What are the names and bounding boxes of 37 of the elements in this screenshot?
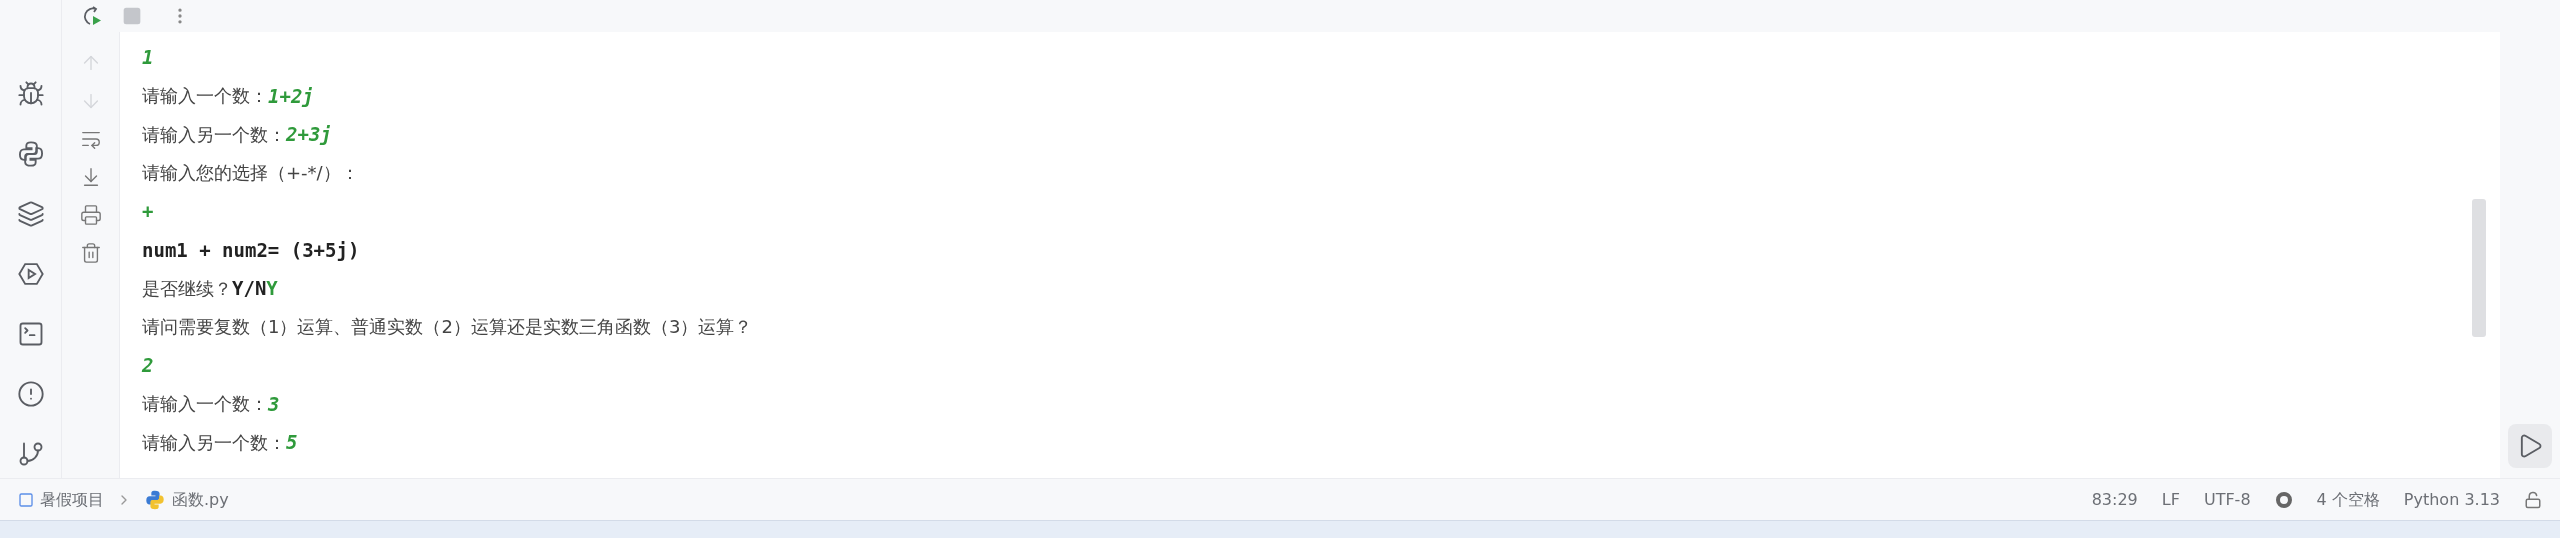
file-encoding[interactable]: UTF-8 [2203, 487, 2251, 512]
prompt-text: 请输入另一个数： [142, 430, 286, 455]
line-separator[interactable]: LF [2161, 487, 2180, 512]
output-text: Y/N [232, 276, 267, 301]
bug-icon[interactable] [16, 80, 45, 108]
prompt-text: 请输入另一个数： [142, 122, 286, 147]
run-hexagon-icon[interactable] [16, 260, 45, 288]
run-button[interactable] [2508, 424, 2552, 468]
prompt-text: 是否继续？ [142, 276, 232, 301]
user-input-text: 1 [142, 45, 154, 70]
user-input-text: 2 [142, 353, 154, 378]
python-icon [16, 140, 45, 168]
user-input-text: 3 [268, 391, 280, 417]
lock-open-icon[interactable] [2524, 490, 2542, 509]
indent-setting[interactable]: 4 个空格 [2316, 487, 2380, 512]
layers-icon[interactable] [16, 200, 45, 228]
user-input-text: 2+3j [286, 122, 332, 147]
project-icon [18, 491, 34, 508]
file-breadcrumb[interactable]: 函数.py [172, 487, 229, 512]
output-text: num1 + num2= (3+5j) [142, 237, 360, 263]
user-input-text: Y [266, 276, 278, 301]
ring-icon[interactable] [2274, 490, 2293, 509]
scrollbar-thumb[interactable] [2472, 199, 2486, 337]
problems-icon[interactable] [16, 380, 45, 408]
prompt-text: 请输入您的选择（+-*/）： [142, 161, 359, 186]
user-input-text: 1+2j [268, 83, 314, 109]
prompt-text: 请输入一个数： [142, 392, 268, 417]
printer-icon[interactable] [79, 204, 102, 226]
python-icon [144, 488, 166, 511]
user-input-text: + [142, 199, 154, 224]
prompt-text: 请问需要复数（1）运算、普通实数（2）运算还是实数三角函数（3）运算？ [142, 315, 753, 340]
prompt-text: 请输入一个数： [142, 84, 268, 109]
user-input-text: 5 [286, 430, 298, 455]
interpreter[interactable]: Python 3.13 [2403, 487, 2500, 512]
project-breadcrumb[interactable]: 暑假项目 [40, 487, 104, 512]
trash-icon[interactable] [79, 242, 102, 264]
cursor-position[interactable]: 83:29 [2091, 487, 2138, 512]
